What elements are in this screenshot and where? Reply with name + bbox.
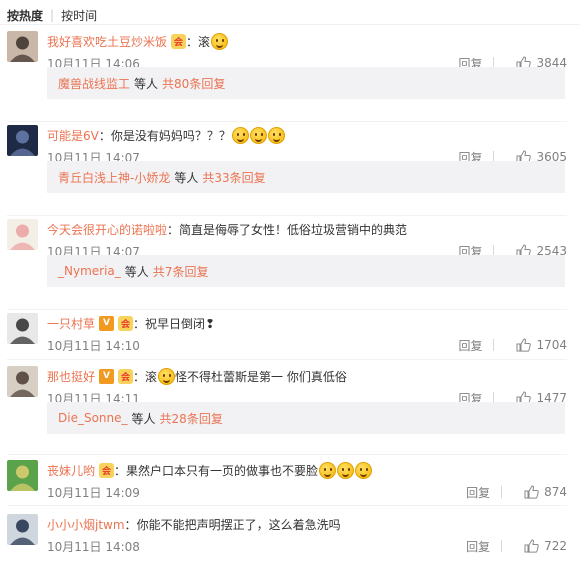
comment-divider <box>7 121 567 122</box>
comment-username[interactable]: 丧妹儿哟 <box>47 462 95 479</box>
total-prefix: 共 <box>202 170 215 185</box>
reply-button[interactable]: 回复 <box>466 484 490 501</box>
comment-divider <box>7 505 567 506</box>
comment-divider <box>7 454 567 455</box>
comment-text: 果然户口本只有一页的做事也不要脸 <box>126 463 319 478</box>
comment-username[interactable]: 一只村草 <box>47 315 95 332</box>
verified-v-icon: V <box>99 315 115 331</box>
reply-total-count: 28 <box>171 411 187 426</box>
smile-emoji-icon <box>337 461 355 479</box>
comment-timestamp: 10月11日 14:08 <box>47 539 140 554</box>
reply-total-count: 80 <box>174 76 190 91</box>
comment-username[interactable]: 我好喜欢吃土豆炒米饭 <box>47 33 167 50</box>
tab-separator: | <box>50 8 55 22</box>
colon: ： <box>133 316 146 331</box>
action-divider <box>501 540 503 552</box>
comment-timestamp: 10月11日 14:10 <box>47 338 140 353</box>
thumbs-up-icon <box>524 539 544 553</box>
reply-button[interactable]: 回复 <box>458 337 482 354</box>
comment-text: 你是没有妈妈吗？？？ <box>110 128 231 143</box>
comment-username[interactable]: 可能是6V <box>47 127 99 144</box>
like-button[interactable]: 1704 <box>516 338 567 352</box>
like-count: 1704 <box>536 338 567 352</box>
sort-tabs: 按热度 | 按时间 <box>7 6 97 24</box>
avatar[interactable] <box>7 219 38 250</box>
smile-emoji-icon <box>158 367 176 385</box>
comment-text: 简直是侮辱了女性！低俗垃圾营销中的典范 <box>179 222 408 237</box>
reply-username[interactable]: 魔兽战线监工 <box>58 75 130 92</box>
view-all-replies-link[interactable]: 共28条回复 <box>160 410 223 427</box>
replies-summary: 青丘白浅上神-小娇龙 等人 共33条回复 <box>47 161 565 193</box>
comment-text: 滚 <box>145 369 158 384</box>
like-count: 722 <box>544 539 567 553</box>
member-badge-icon: 会 <box>171 33 187 49</box>
action-divider <box>501 486 503 498</box>
smile-emoji-icon <box>249 126 267 144</box>
colon: ： <box>167 222 180 237</box>
avatar[interactable] <box>7 313 38 344</box>
like-button[interactable]: 722 <box>524 539 567 553</box>
colon: ： <box>133 369 146 384</box>
smile-emoji-icon <box>319 461 337 479</box>
smile-emoji-icon <box>231 126 249 144</box>
comment-username[interactable]: 小小小烟jtwm <box>47 516 125 533</box>
colon: ： <box>186 34 199 49</box>
total-prefix: 共 <box>152 264 165 279</box>
total-suffix: 条回复 <box>189 76 226 91</box>
and-others-label: 等人 <box>124 264 149 279</box>
avatar[interactable] <box>7 514 38 545</box>
smile-emoji-icon <box>355 461 373 479</box>
total-suffix: 条回复 <box>229 170 266 185</box>
total-suffix: 条回复 <box>186 411 223 426</box>
comment-divider <box>7 309 567 310</box>
verified-v-icon: V <box>99 368 115 384</box>
avatar[interactable] <box>7 125 38 156</box>
comment-timestamp: 10月11日 14:09 <box>47 485 140 500</box>
view-all-replies-link[interactable]: 共80条回复 <box>162 75 225 92</box>
colon: ： <box>98 128 111 143</box>
comment-text: 你能不能把声明摆正了，这么着急洗吗 <box>136 517 341 532</box>
reply-total-count: 33 <box>214 170 230 185</box>
reply-button[interactable]: 回复 <box>466 538 490 555</box>
reply-username[interactable]: Die_Sonne_ <box>58 411 128 425</box>
comment-username[interactable]: 那也挺好 <box>47 368 95 385</box>
member-badge-icon: 会 <box>118 368 134 384</box>
avatar[interactable] <box>7 31 38 62</box>
sort-by-time-tab[interactable]: 按时间 <box>61 7 97 24</box>
action-divider <box>493 339 495 351</box>
comment-divider <box>7 215 567 216</box>
and-others-label: 等人 <box>131 411 156 426</box>
sort-by-hot-tab[interactable]: 按热度 <box>7 7 43 24</box>
like-count: 874 <box>544 485 567 499</box>
colon: ： <box>124 517 137 532</box>
and-others-label: 等人 <box>174 170 199 185</box>
comment-divider <box>7 359 567 360</box>
comment-text: 祝早日倒闭❢ <box>145 316 216 331</box>
thumbs-up-icon <box>516 338 536 352</box>
total-prefix: 共 <box>159 411 172 426</box>
like-button[interactable]: 874 <box>524 485 567 499</box>
replies-summary: 魔兽战线监工 等人 共80条回复 <box>47 67 565 99</box>
member-badge-icon: 会 <box>99 462 115 478</box>
smile-emoji-icon <box>211 32 229 50</box>
replies-summary: Die_Sonne_ 等人 共28条回复 <box>47 402 565 434</box>
avatar[interactable] <box>7 460 38 491</box>
replies-summary: _Nymeria_ 等人 共7条回复 <box>47 255 565 287</box>
comment-text: 滚 <box>198 34 211 49</box>
view-all-replies-link[interactable]: 共7条回复 <box>153 263 209 280</box>
top-divider <box>0 24 580 25</box>
reply-username[interactable]: _Nymeria_ <box>58 264 121 278</box>
comment-username[interactable]: 今天会很开心的诺啦啦 <box>47 221 167 238</box>
reply-username[interactable]: 青丘白浅上神-小娇龙 <box>58 169 170 186</box>
smile-emoji-icon <box>267 126 285 144</box>
member-badge-icon: 会 <box>118 315 134 331</box>
thumbs-up-icon <box>524 485 544 499</box>
and-others-label: 等人 <box>134 76 159 91</box>
total-suffix: 条回复 <box>172 264 209 279</box>
total-prefix: 共 <box>162 76 175 91</box>
colon: ： <box>114 463 127 478</box>
avatar[interactable] <box>7 366 38 397</box>
view-all-replies-link[interactable]: 共33条回复 <box>202 169 265 186</box>
comment-text-continued: 怪不得杜蕾斯是第一 你们真低俗 <box>175 369 347 384</box>
